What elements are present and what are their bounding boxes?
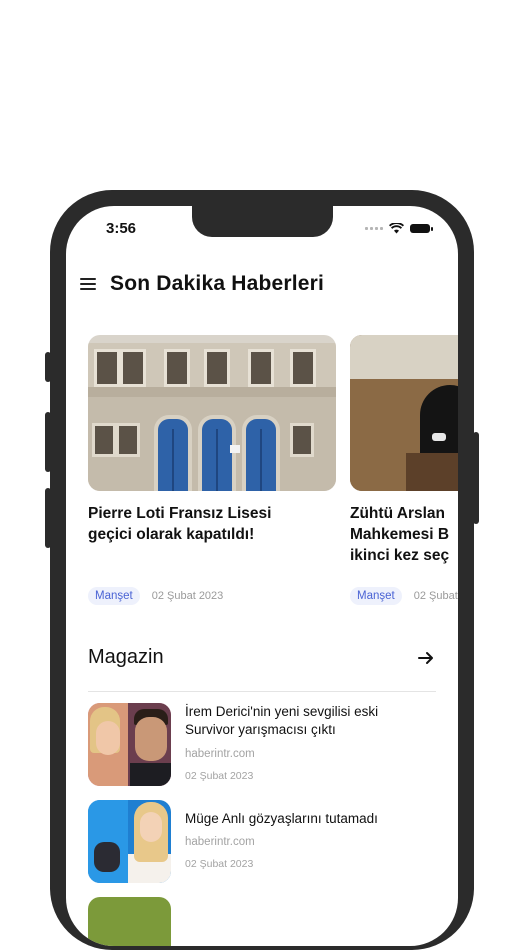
- hamburger-menu-icon[interactable]: [80, 278, 96, 290]
- news-source: haberintr.com: [185, 748, 255, 760]
- mute-switch: [45, 352, 51, 382]
- news-title[interactable]: İrem Derici'nin yeni sevgilisi eski Surv…: [185, 703, 430, 739]
- wifi-icon: [389, 223, 404, 234]
- volume-down-button: [45, 488, 51, 548]
- power-button: [473, 432, 479, 524]
- headline-date: 02 Şubat 2023: [151, 590, 224, 602]
- news-thumbnail: [88, 800, 171, 883]
- signal-icon: [365, 227, 383, 230]
- list-item[interactable]: Müge Anlı gözyaşlarını tutamadı haberint…: [88, 800, 436, 897]
- section-title: Magazin: [88, 646, 164, 668]
- headline-image: [350, 335, 458, 491]
- page-title: Son Dakika Haberleri: [110, 272, 325, 295]
- headline-title[interactable]: Pierre Loti Fransız Lisesi geçici olarak…: [88, 503, 336, 545]
- list-item[interactable]: [88, 897, 436, 946]
- headline-title[interactable]: Zühtü Arslan Mahkemesi B ikinci kez seç: [350, 503, 458, 566]
- arrow-right-icon[interactable]: [416, 648, 436, 668]
- status-time: 3:56: [106, 220, 137, 237]
- headline-card[interactable]: Zühtü Arslan Mahkemesi B ikinci kez seç …: [350, 335, 458, 605]
- status-icons: [365, 223, 433, 234]
- headline-date: 02 Şubat: [413, 590, 458, 602]
- news-source: haberintr.com: [185, 836, 255, 848]
- phone-screen: 3:56 Son Dakika Haberleri Pierre Loti Fr…: [66, 206, 458, 946]
- section-header: Magazin: [88, 646, 436, 669]
- news-thumbnail: [88, 703, 171, 786]
- headline-image: [88, 335, 336, 491]
- category-tag[interactable]: Manşet: [350, 587, 402, 605]
- list-item[interactable]: İrem Derici'nin yeni sevgilisi eski Surv…: [88, 703, 436, 800]
- notch: [192, 206, 333, 237]
- headline-meta: Manşet 02 Şubat 2023: [88, 587, 223, 605]
- headline-meta: Manşet 02 Şubat: [350, 587, 458, 605]
- section-divider: [88, 691, 436, 692]
- battery-icon: [410, 224, 433, 233]
- news-thumbnail: [88, 897, 171, 946]
- category-tag[interactable]: Manşet: [88, 587, 140, 605]
- headline-card[interactable]: Pierre Loti Fransız Lisesi geçici olarak…: [88, 335, 336, 605]
- news-title[interactable]: Müge Anlı gözyaşlarını tutamadı: [185, 810, 430, 828]
- news-list: İrem Derici'nin yeni sevgilisi eski Surv…: [88, 703, 436, 946]
- app-header: Son Dakika Haberleri: [80, 272, 324, 296]
- news-date: 02 Şubat 2023: [185, 858, 254, 870]
- volume-up-button: [45, 412, 51, 472]
- headline-carousel[interactable]: Pierre Loti Fransız Lisesi geçici olarak…: [88, 335, 458, 625]
- news-date: 02 Şubat 2023: [185, 770, 254, 782]
